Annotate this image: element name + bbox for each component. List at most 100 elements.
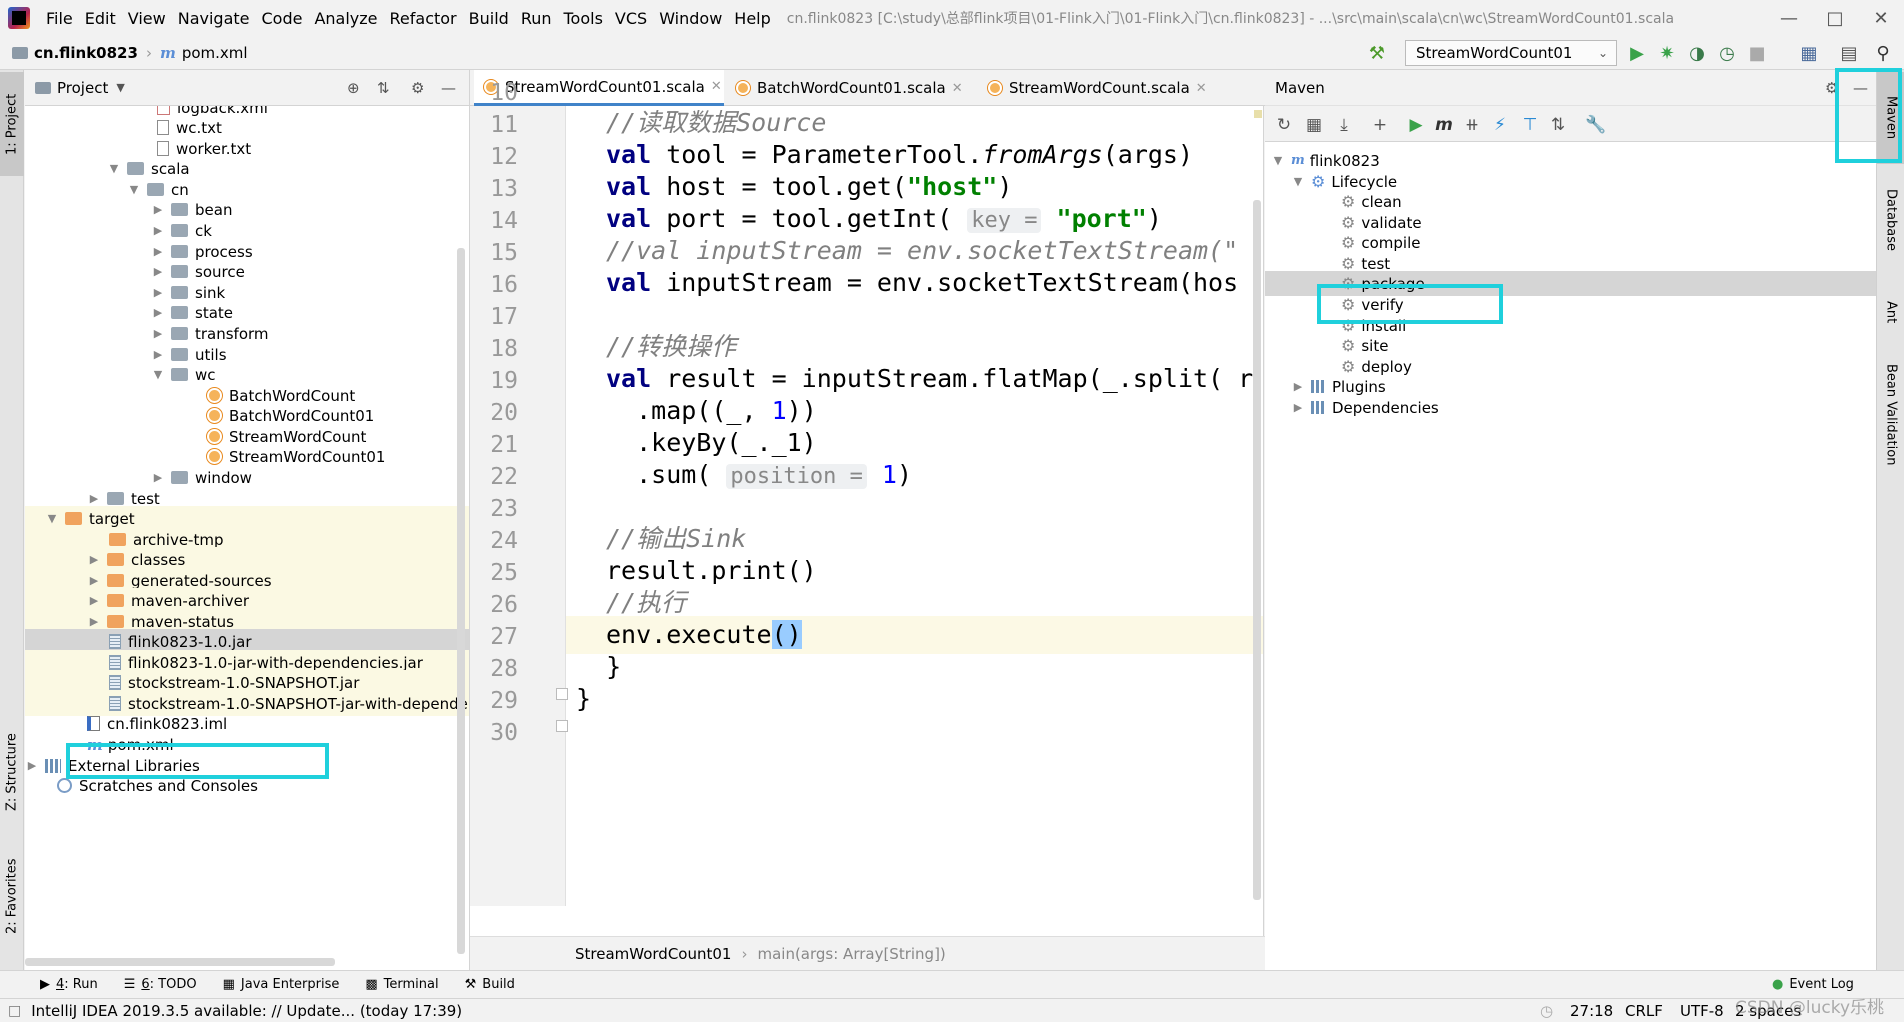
run-icon[interactable]: ▶ [1626,42,1648,64]
generate-sources-icon[interactable]: ▦ [1303,114,1325,136]
java-enterprise-tool-tab[interactable]: ▦ Java Enterprise [223,977,340,992]
menu-analyze[interactable]: Analyze [308,9,383,28]
expanded-arrow-icon[interactable]: ▼ [1271,154,1285,167]
expanded-arrow-icon[interactable]: ▼ [127,183,141,196]
run-tool-tab[interactable]: ▶ 4: Run [40,977,98,992]
menu-refactor[interactable]: Refactor [384,9,463,28]
download-icon[interactable]: ⤓ [1333,114,1355,136]
chevron-down-icon[interactable]: ▼ [116,81,124,94]
close-tab-icon[interactable]: ✕ [952,81,963,96]
stop-icon[interactable]: ■ [1746,42,1768,64]
close-icon[interactable]: ✕ [1858,0,1904,36]
menu-run[interactable]: Run [515,9,558,28]
status-message[interactable]: IntelliJ IDEA 2019.3.5 available: // Upd… [31,1002,462,1020]
collapse-all-icon[interactable]: ⇅ [1547,114,1569,136]
menu-tools[interactable]: Tools [558,9,609,28]
structure-tool-tab[interactable]: Z: Structure [0,730,24,814]
maximize-icon[interactable]: □ [1812,0,1858,36]
add-icon[interactable]: + [1369,114,1391,136]
project-structure-icon[interactable]: ▦ [1798,42,1820,64]
breadcrumb-file[interactable]: m pom.xml [160,44,248,62]
project-horizontal-scrollbar[interactable] [25,958,335,966]
collapsed-arrow-icon[interactable]: ▶ [151,327,165,340]
collapse-all-icon[interactable]: ⇅ [377,79,390,97]
collapsed-arrow-icon[interactable]: ▶ [87,594,101,607]
menu-window[interactable]: Window [653,9,728,28]
hide-icon[interactable]: — [1853,79,1868,97]
close-tab-icon[interactable]: ✕ [1196,81,1207,96]
menu-file[interactable]: File [40,9,79,28]
reload-icon[interactable]: ↻ [1273,114,1295,136]
execute-goal-icon[interactable]: m [1433,114,1455,136]
menu-vcs[interactable]: VCS [609,9,653,28]
collapsed-arrow-icon[interactable]: ▶ [151,203,165,216]
breadcrumb-method[interactable]: main(args: Array[String]) [757,945,945,963]
collapsed-arrow-icon[interactable]: ▶ [151,348,165,361]
bean-validation-tool-tab[interactable]: Bean Validation [1877,350,1904,480]
collapsed-arrow-icon[interactable]: ▶ [87,574,101,587]
maven-dependencies-node[interactable]: ▶ Dependencies [1265,395,1876,420]
hide-icon[interactable]: — [441,79,456,97]
inspection-indicator-icon[interactable] [1254,110,1262,118]
memory-indicator-icon[interactable]: ◷ [1540,1002,1553,1020]
todo-tool-tab[interactable]: ☰ 6: TODO [124,977,197,992]
collapsed-arrow-icon[interactable]: ▶ [87,553,101,566]
line-separator[interactable]: CRLF [1625,1002,1663,1020]
collapsed-arrow-icon[interactable]: ▶ [151,286,165,299]
collapsed-arrow-icon[interactable]: ▶ [1291,380,1305,393]
collapsed-arrow-icon[interactable]: ▶ [151,265,165,278]
close-tab-icon[interactable]: ✕ [711,79,722,94]
search-icon[interactable]: ⚲ [1872,42,1894,64]
project-scrollbar[interactable] [457,248,465,954]
collapsed-arrow-icon[interactable]: ▶ [151,245,165,258]
wrench-icon[interactable]: 🔧 [1585,114,1607,136]
menu-build[interactable]: Build [463,9,515,28]
menu-code[interactable]: Code [256,9,309,28]
presentation-icon[interactable]: ▤ [1838,42,1860,64]
build-tool-tab[interactable]: ⚒ Build [465,977,515,992]
locate-icon[interactable]: ⊕ [347,79,360,97]
expanded-arrow-icon[interactable]: ▼ [45,512,59,525]
expanded-arrow-icon[interactable]: ▼ [107,162,121,175]
build-hammer-icon[interactable]: ⚒ [1366,42,1388,64]
collapsed-arrow-icon[interactable]: ▶ [1291,401,1305,414]
project-panel-title[interactable]: Project [57,79,108,97]
profile-icon[interactable]: ◷ [1716,42,1738,64]
tab-batchwordcount01[interactable]: BatchWordCount01.scala ✕ [726,70,976,106]
project-tool-tab[interactable]: 1: Project [0,72,24,176]
file-encoding[interactable]: UTF-8 [1680,1002,1724,1020]
maven-tool-tab[interactable]: Maven [1877,72,1904,164]
collapsed-arrow-icon[interactable]: ▶ [87,492,101,505]
collapsed-arrow-icon[interactable]: ▶ [151,306,165,319]
menu-navigate[interactable]: Navigate [172,9,256,28]
collapsed-arrow-icon[interactable]: ▶ [151,224,165,237]
database-tool-tab[interactable]: Database [1877,170,1904,270]
breadcrumb-object[interactable]: StreamWordCount01 [575,945,731,963]
menu-edit[interactable]: Edit [79,9,122,28]
tab-streamwordcount[interactable]: StreamWordCount.scala ✕ [978,70,1228,106]
expanded-arrow-icon[interactable]: ▼ [151,368,165,381]
run-icon[interactable]: ▶ [1405,114,1427,136]
status-toggle-icon[interactable]: □ [8,1003,21,1019]
collapsed-arrow-icon[interactable]: ▶ [151,471,165,484]
debug-icon[interactable]: ✷ [1656,42,1678,64]
menu-help[interactable]: Help [728,9,776,28]
code-area[interactable]: //读取数据Source val tool = ParameterTool.fr… [566,106,1263,906]
show-dependencies-icon[interactable]: ⊤ [1519,114,1541,136]
collapsed-arrow-icon[interactable]: ▶ [25,759,39,772]
run-configuration-select[interactable]: StreamWordCount01 ⌄ [1405,40,1617,66]
minimize-icon[interactable]: — [1766,0,1812,36]
editor-scrollbar[interactable] [1253,200,1261,900]
toggle-offline-icon[interactable]: ⧺ [1461,114,1483,136]
gear-icon[interactable]: ⚙ [411,79,424,97]
tree-item[interactable]: Scratches and Consoles [25,773,469,798]
breadcrumb-project[interactable]: cn.flink0823 [12,44,138,62]
ant-tool-tab[interactable]: Ant [1877,280,1904,344]
terminal-tool-tab[interactable]: ▩ Terminal [365,977,438,992]
expanded-arrow-icon[interactable]: ▼ [1291,175,1305,188]
coverage-icon[interactable]: ◑ [1686,42,1708,64]
collapsed-arrow-icon[interactable]: ▶ [87,615,101,628]
menu-view[interactable]: View [122,9,172,28]
favorites-tool-tab[interactable]: 2: Favorites [0,850,24,942]
event-log-tool-tab[interactable]: ● Event Log [1772,977,1854,992]
